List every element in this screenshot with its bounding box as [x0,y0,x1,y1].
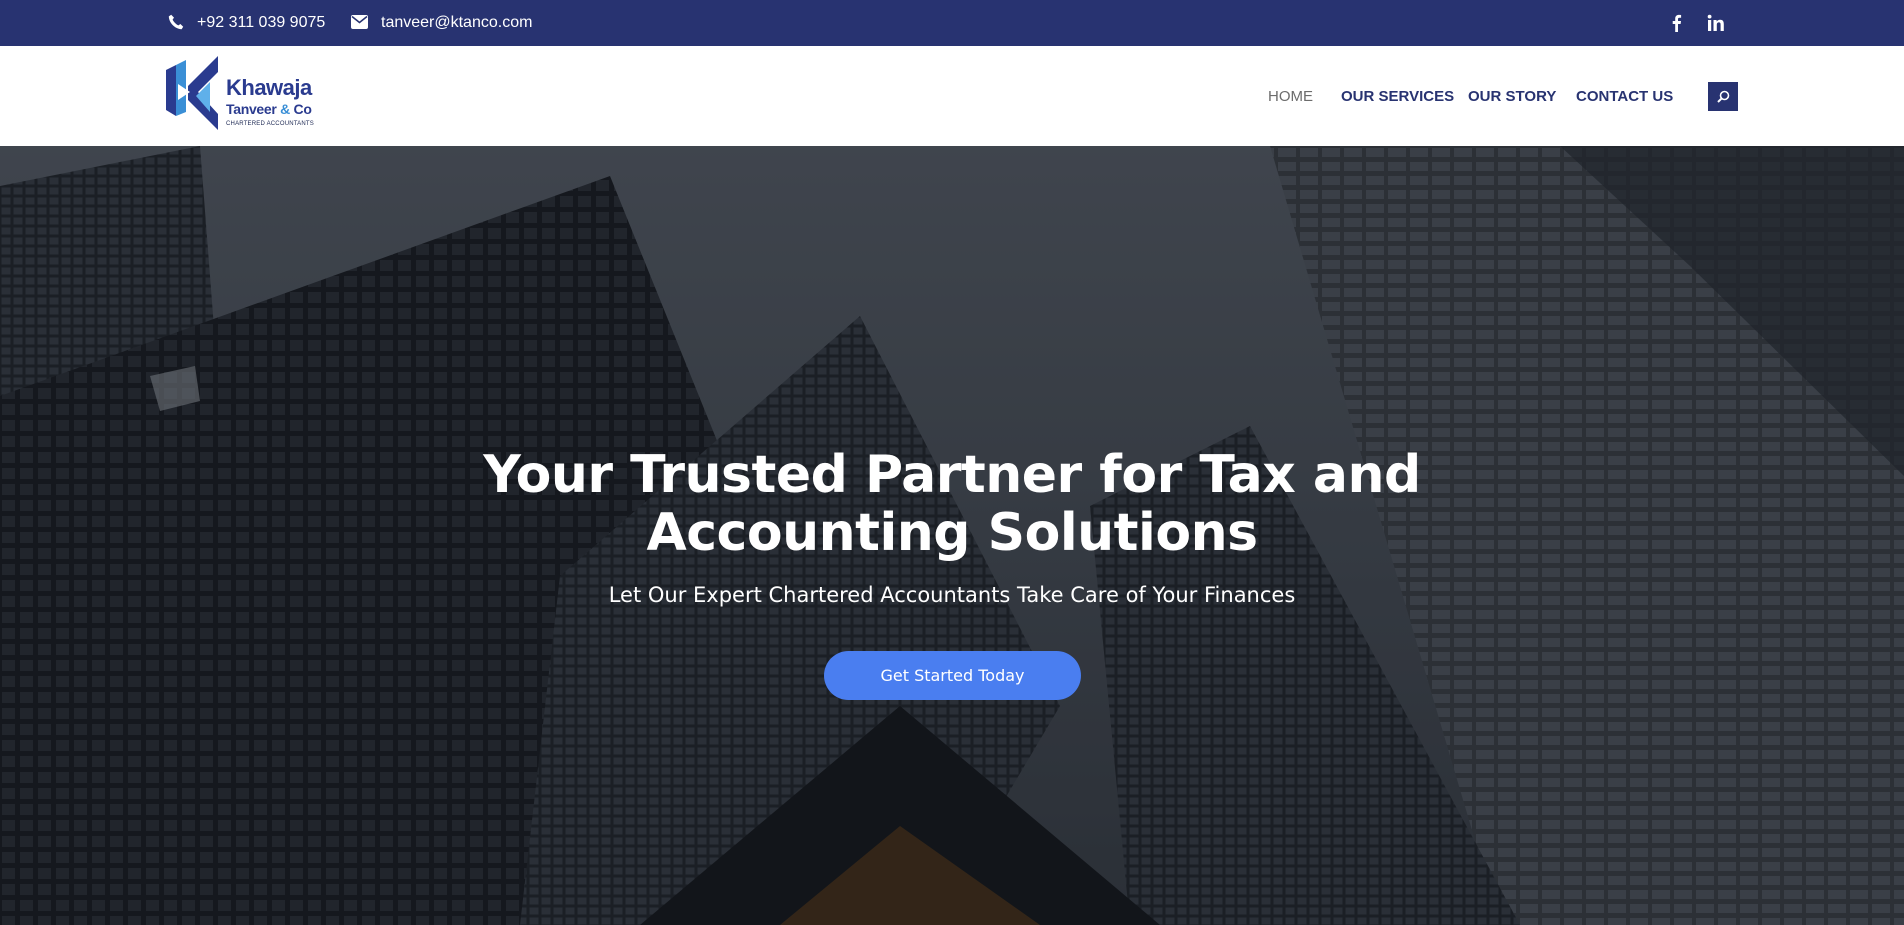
logo-text-khawaja: Khawaja [226,75,312,100]
nav-contact-us[interactable]: CONTACT US [1576,88,1673,105]
logo-ampersand: & [280,101,290,117]
get-started-button[interactable]: Get Started Today [824,651,1081,700]
hero-section: Your Trusted Partner for Tax and Account… [0,146,1904,925]
logo-mark-icon [166,56,218,130]
phone-number[interactable]: +92 311 039 9075 [197,0,325,46]
email-address[interactable]: tanveer@ktanco.com [381,0,532,46]
logo-text-tanveer: Tanveer [226,101,281,117]
nav-home[interactable]: HOME [1268,88,1313,105]
linkedin-icon[interactable] [1706,14,1726,32]
site-header: Khawaja Tanveer & Co CHARTERED ACCOUNTAN… [0,46,1904,146]
phone-icon [168,14,184,30]
company-logo[interactable]: Khawaja Tanveer & Co CHARTERED ACCOUNTAN… [166,56,316,136]
nav-our-services[interactable]: OUR SERVICES [1341,88,1454,105]
search-icon [1716,90,1729,103]
search-button[interactable] [1708,82,1738,111]
nav-our-story[interactable]: OUR STORY [1468,88,1556,105]
logo-tagline: CHARTERED ACCOUNTANTS [226,121,314,127]
facebook-icon[interactable] [1669,14,1683,32]
hero-heading: Your Trusted Partner for Tax and Account… [483,445,1421,563]
hero-subheading: Let Our Expert Chartered Accountants Tak… [608,583,1296,607]
envelope-icon [351,15,368,29]
logo-text-tanveer-co: Tanveer & Co [226,101,312,117]
logo-text-co: Co [289,101,312,117]
top-contact-bar: +92 311 039 9075 tanveer@ktanco.com [0,0,1904,46]
